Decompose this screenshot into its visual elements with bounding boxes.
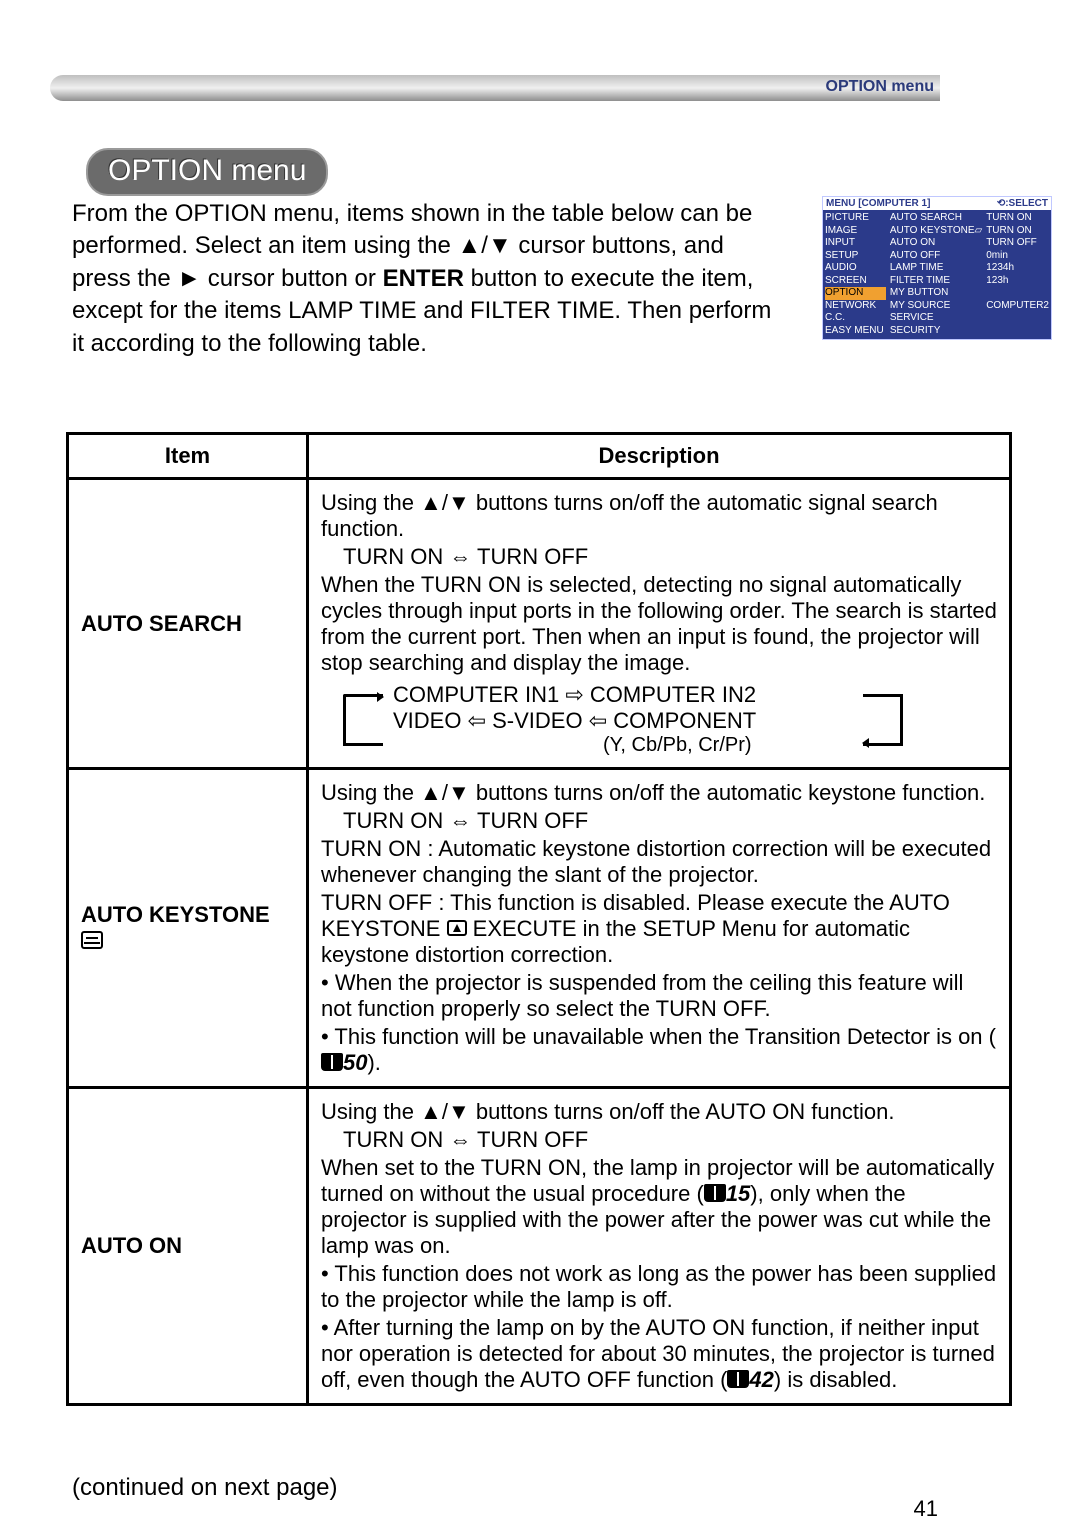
osd-value-item: TURN ON (986, 212, 1049, 225)
item-label: AUTO ON (68, 1088, 308, 1405)
keystone-icon (81, 931, 103, 949)
table-row: AUTO KEYSTONE Using the ▲/▼ buttons turn… (68, 769, 1011, 1088)
osd-option-item: SERVICE (890, 312, 982, 325)
osd-cat-item: PICTURE (825, 212, 886, 225)
keystone-execute-icon (447, 920, 467, 936)
toggle-text: TURN ON ⇔ TURN OFF (321, 1127, 997, 1153)
osd-value-item (986, 325, 1049, 338)
osd-option-item: LAMP TIME (890, 262, 982, 275)
osd-cat-item: NETWORK (825, 300, 886, 313)
osd-value-item: 1234h (986, 262, 1049, 275)
header-bar (50, 75, 940, 101)
continued-text: (continued on next page) (72, 1474, 338, 1502)
book-ref-icon (321, 1053, 343, 1071)
flow-bot-text: VIDEO ⇦ S-VIDEO ⇦ COMPONENT (343, 708, 903, 734)
osd-cat-item: IMAGE (825, 225, 886, 238)
osd-option-item: AUTO KEYSTONE▱ (890, 225, 982, 238)
osd-menu-select: ⟲:SELECT (997, 198, 1048, 209)
osd-menu-title: MENU [COMPUTER 1] (826, 198, 930, 209)
desc-text: When set to the TURN ON, the lamp in pro… (321, 1155, 997, 1259)
osd-cat-item: SCREEN (825, 275, 886, 288)
desc-text: Using the ▲/▼ buttons turns on/off the A… (321, 1099, 997, 1125)
desc-text: TURN OFF : This function is disabled. Pl… (321, 890, 997, 968)
flow-sub-text: (Y, Cb/Pb, Cr/Pr) (343, 734, 903, 757)
header-label: OPTION menu (826, 78, 934, 96)
osd-cat-item: EASY MENU (825, 325, 886, 338)
desc-text: Using the ▲/▼ buttons turns on/off the a… (321, 780, 997, 806)
osd-value-item (986, 287, 1049, 300)
table-row: AUTO SEARCH Using the ▲/▼ buttons turns … (68, 479, 1011, 769)
osd-menu-preview: MENU [COMPUTER 1] ⟲:SELECT PICTUREIMAGEI… (822, 196, 1052, 340)
osd-option-item: SECURITY (890, 325, 982, 338)
th-item: Item (68, 434, 308, 479)
item-label: AUTO SEARCH (68, 479, 308, 769)
book-ref-icon (727, 1370, 749, 1388)
toggle-text: TURN ON ⇔ TURN OFF (321, 544, 997, 570)
osd-value-item (986, 312, 1049, 325)
osd-cat-item: SETUP (825, 250, 886, 263)
desc-text: • After turning the lamp on by the AUTO … (321, 1315, 997, 1393)
desc-text: When the TURN ON is selected, detecting … (321, 572, 997, 676)
intro-paragraph: From the OPTION menu, items shown in the… (72, 198, 772, 360)
desc-text: TURN ON : Automatic keystone distortion … (321, 836, 997, 888)
osd-option-item: AUTO OFF (890, 250, 982, 263)
osd-value-item: 0min (986, 250, 1049, 263)
desc-text: • This function does not work as long as… (321, 1261, 997, 1313)
osd-value-item: COMPUTER2 (986, 300, 1049, 313)
input-cycle-diagram: COMPUTER IN1 ⇨ COMPUTER IN2 VIDEO ⇦ S-VI… (343, 682, 903, 757)
osd-value-item: TURN OFF (986, 237, 1049, 250)
desc-text: • This function will be unavailable when… (321, 1024, 997, 1076)
osd-option-item: AUTO ON (890, 237, 982, 250)
item-label: AUTO KEYSTONE (68, 769, 308, 1088)
bracket-left-icon (343, 694, 383, 746)
bracket-right-icon (863, 694, 903, 746)
book-ref-icon (704, 1184, 726, 1202)
table-row: AUTO ON Using the ▲/▼ buttons turns on/o… (68, 1088, 1011, 1405)
osd-option-item: AUTO SEARCH (890, 212, 982, 225)
desc-text: • When the projector is suspended from t… (321, 970, 997, 1022)
osd-cat-item: C.C. (825, 312, 886, 325)
page-number: 41 (914, 1496, 938, 1522)
section-title-pill: OPTION menu (86, 148, 328, 196)
osd-cat-item: OPTION (825, 287, 886, 300)
osd-option-item: MY SOURCE (890, 300, 982, 313)
option-table: Item Description AUTO SEARCH Using the ▲… (66, 432, 1012, 1406)
osd-option-item: FILTER TIME (890, 275, 982, 288)
osd-option-item: MY BUTTON (890, 287, 982, 300)
desc-text: Using the ▲/▼ buttons turns on/off the a… (321, 490, 997, 542)
flow-top-text: COMPUTER IN1 ⇨ COMPUTER IN2 (343, 682, 903, 708)
th-desc: Description (308, 434, 1011, 479)
toggle-text: TURN ON ⇔ TURN OFF (321, 808, 997, 834)
osd-cat-item: AUDIO (825, 262, 886, 275)
osd-cat-item: INPUT (825, 237, 886, 250)
osd-value-item: TURN ON (986, 225, 1049, 238)
osd-value-item: 123h (986, 275, 1049, 288)
